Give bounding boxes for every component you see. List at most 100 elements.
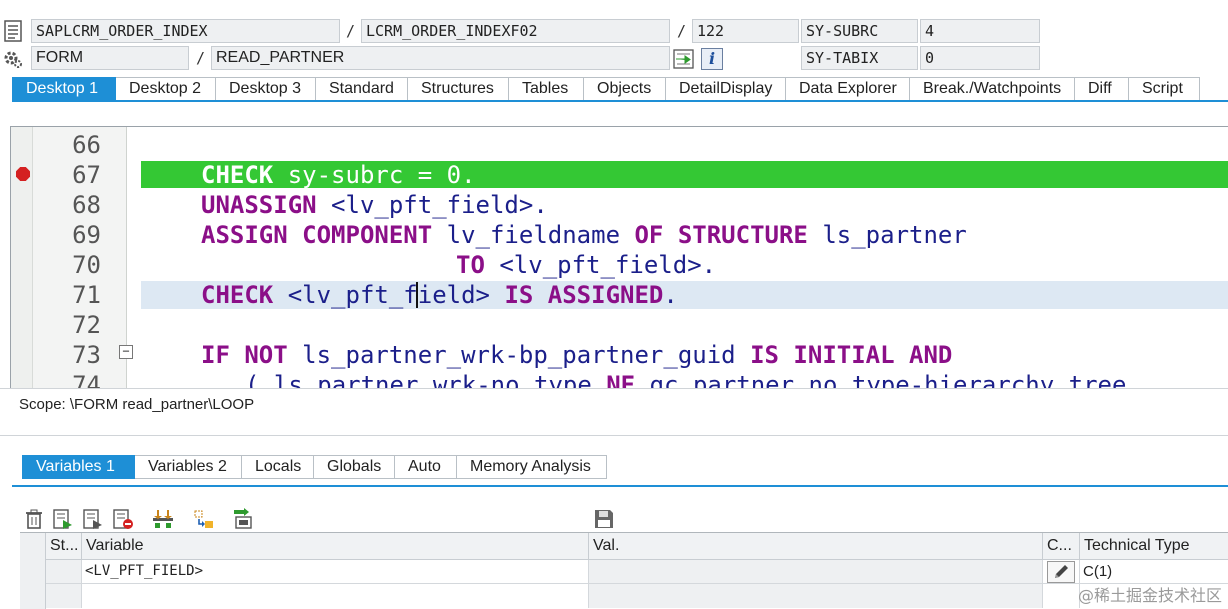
technical-type-cell: C(1): [1080, 560, 1228, 584]
variables-tabbar: Variables 1 Variables 2 Locals Globals A…: [22, 455, 607, 479]
insert-variable-icon[interactable]: [52, 508, 74, 530]
tab-structures[interactable]: Structures: [408, 77, 509, 101]
variable-value-cell[interactable]: [589, 560, 1043, 584]
keyword: IF NOT: [201, 341, 288, 369]
desktop-tabbar: Desktop 1 Desktop 2 Desktop 3 Standard S…: [12, 77, 1200, 101]
tab-memory-analysis[interactable]: Memory Analysis: [457, 455, 607, 479]
path-separator: /: [346, 22, 356, 40]
desktop-tabbar-underline: [12, 100, 1228, 102]
event-name-field[interactable]: READ_PARTNER: [211, 46, 670, 70]
empty-row-cell: [1043, 584, 1080, 608]
row-selector-column: [20, 533, 46, 609]
variables-table: St... Variable Val. C... Technical Type …: [20, 532, 1228, 609]
collapse-block-toggle[interactable]: −: [119, 345, 133, 359]
scope-bar: Scope: \FORM read_partner\LOOP: [0, 388, 1228, 436]
tab-diff[interactable]: Diff: [1075, 77, 1129, 101]
code-text: .: [663, 281, 678, 309]
edit-variable-icon[interactable]: [82, 508, 104, 530]
empty-row-cell: [46, 584, 82, 608]
variable-name-cell[interactable]: <LV_PFT_FIELD>: [82, 560, 589, 584]
tab-objects[interactable]: Objects: [584, 77, 666, 101]
tab-standard[interactable]: Standard: [316, 77, 408, 101]
code-line-73: IF NOT ls_partner_wrk-bp_partner_guid IS…: [201, 340, 952, 370]
scope-path: Scope: \FORM read_partner\LOOP: [19, 396, 255, 413]
tab-variables-1[interactable]: Variables 1: [22, 455, 135, 479]
tab-detail-display[interactable]: DetailDisplay: [666, 77, 786, 101]
keyword: IS INITIAL AND: [750, 341, 953, 369]
program-name-field[interactable]: SAPLCRM_ORDER_INDEX: [31, 19, 340, 43]
table-row-status-cell: [46, 560, 82, 584]
gear-icon: [3, 49, 23, 69]
keyword: IS ASSIGNED: [504, 281, 664, 309]
event-type-field[interactable]: FORM: [31, 46, 189, 70]
sy-tabix-value[interactable]: 0: [920, 46, 1040, 70]
expand-collapse-icon[interactable]: [152, 508, 174, 530]
tab-desktop-1[interactable]: Desktop 1: [12, 77, 116, 101]
code-text: sy-subrc = 0.: [273, 161, 476, 189]
line-number: 74: [72, 371, 101, 388]
keyword: TO: [456, 251, 485, 279]
path-separator: /: [677, 22, 687, 40]
source-code-editor[interactable]: 66 67 68 69 70 71 72 73 74 − CHECK sy-su…: [10, 126, 1228, 388]
variables-tabbar-underline: [12, 485, 1228, 487]
breakpoint-stop-icon[interactable]: [16, 167, 30, 181]
tab-variables-2[interactable]: Variables 2: [135, 455, 242, 479]
tab-desktop-3[interactable]: Desktop 3: [216, 77, 316, 101]
text-cursor: [416, 282, 418, 308]
keyword: ASSIGN COMPONENT: [201, 221, 433, 249]
column-header-change[interactable]: C...: [1043, 533, 1080, 560]
column-header-value[interactable]: Val.: [589, 533, 1043, 560]
line-number: 68: [72, 191, 101, 219]
column-header-technical-type[interactable]: Technical Type: [1080, 533, 1228, 560]
save-icon[interactable]: [593, 508, 615, 530]
code-line-70: TO <lv_pft_field>.: [456, 250, 716, 280]
code-line-67: CHECK sy-subrc = 0.: [201, 160, 476, 190]
tab-script[interactable]: Script: [1129, 77, 1200, 101]
code-line-74: ( ls_partner_wrk-no_type NE gc_partner_n…: [245, 370, 1126, 388]
tab-globals[interactable]: Globals: [314, 455, 395, 479]
import-variables-icon[interactable]: [232, 508, 254, 530]
delete-icon[interactable]: [23, 508, 45, 530]
code-text: <lv_pft_field>: [273, 281, 505, 309]
line-number: 66: [72, 131, 101, 159]
pencil-icon[interactable]: [1047, 561, 1075, 583]
sy-tabix-label: SY-TABIX: [801, 46, 918, 70]
line-number-field[interactable]: 122: [692, 19, 799, 43]
column-header-variable[interactable]: Variable: [82, 533, 589, 560]
info-icon[interactable]: i: [701, 48, 723, 70]
keyword: CHECK: [201, 281, 274, 309]
tab-data-explorer[interactable]: Data Explorer: [786, 77, 910, 101]
tab-tables[interactable]: Tables: [509, 77, 584, 101]
tab-desktop-2[interactable]: Desktop 2: [116, 77, 216, 101]
tab-auto[interactable]: Auto: [395, 455, 457, 479]
line-number: 73: [72, 341, 101, 369]
tab-break-watchpoints[interactable]: Break./Watchpoints: [910, 77, 1075, 101]
path-separator: /: [196, 49, 206, 67]
breakpoint-gutter[interactable]: [11, 127, 33, 388]
program-icon: [4, 20, 22, 42]
line-number: 70: [72, 251, 101, 279]
remove-variable-icon[interactable]: [112, 508, 134, 530]
code-text: ls_partner: [807, 221, 967, 249]
sy-subrc-label: SY-SUBRC: [801, 19, 918, 43]
keyword: NE: [606, 371, 636, 388]
code-text: lv_fieldname: [432, 221, 635, 249]
code-text: ( ls_partner_wrk-no_type: [245, 371, 607, 388]
keyword: OF STRUCTURE: [634, 221, 808, 249]
column-header-status[interactable]: St...: [46, 533, 82, 560]
navigate-to-source-icon[interactable]: [673, 48, 695, 70]
sy-subrc-value[interactable]: 4: [920, 19, 1040, 43]
code-text: ls_partner_wrk-bp_partner_guid: [287, 341, 751, 369]
code-line-68: UNASSIGN <lv_pft_field>.: [201, 190, 548, 220]
code-text: <lv_pft_field>.: [484, 251, 717, 279]
transfer-variables-icon[interactable]: [193, 508, 215, 530]
include-name-field[interactable]: LCRM_ORDER_INDEXF02: [361, 19, 670, 43]
line-number: 67: [72, 161, 101, 189]
line-number: 71: [72, 281, 101, 309]
code-text: <lv_pft_field>.: [316, 191, 548, 219]
tab-locals[interactable]: Locals: [242, 455, 314, 479]
change-value-cell[interactable]: [1043, 560, 1080, 584]
code-text: gc_partner_no_type-hierarchy_tree: [635, 371, 1127, 388]
keyword: CHECK: [201, 161, 274, 189]
info-glyph: i: [708, 49, 716, 68]
